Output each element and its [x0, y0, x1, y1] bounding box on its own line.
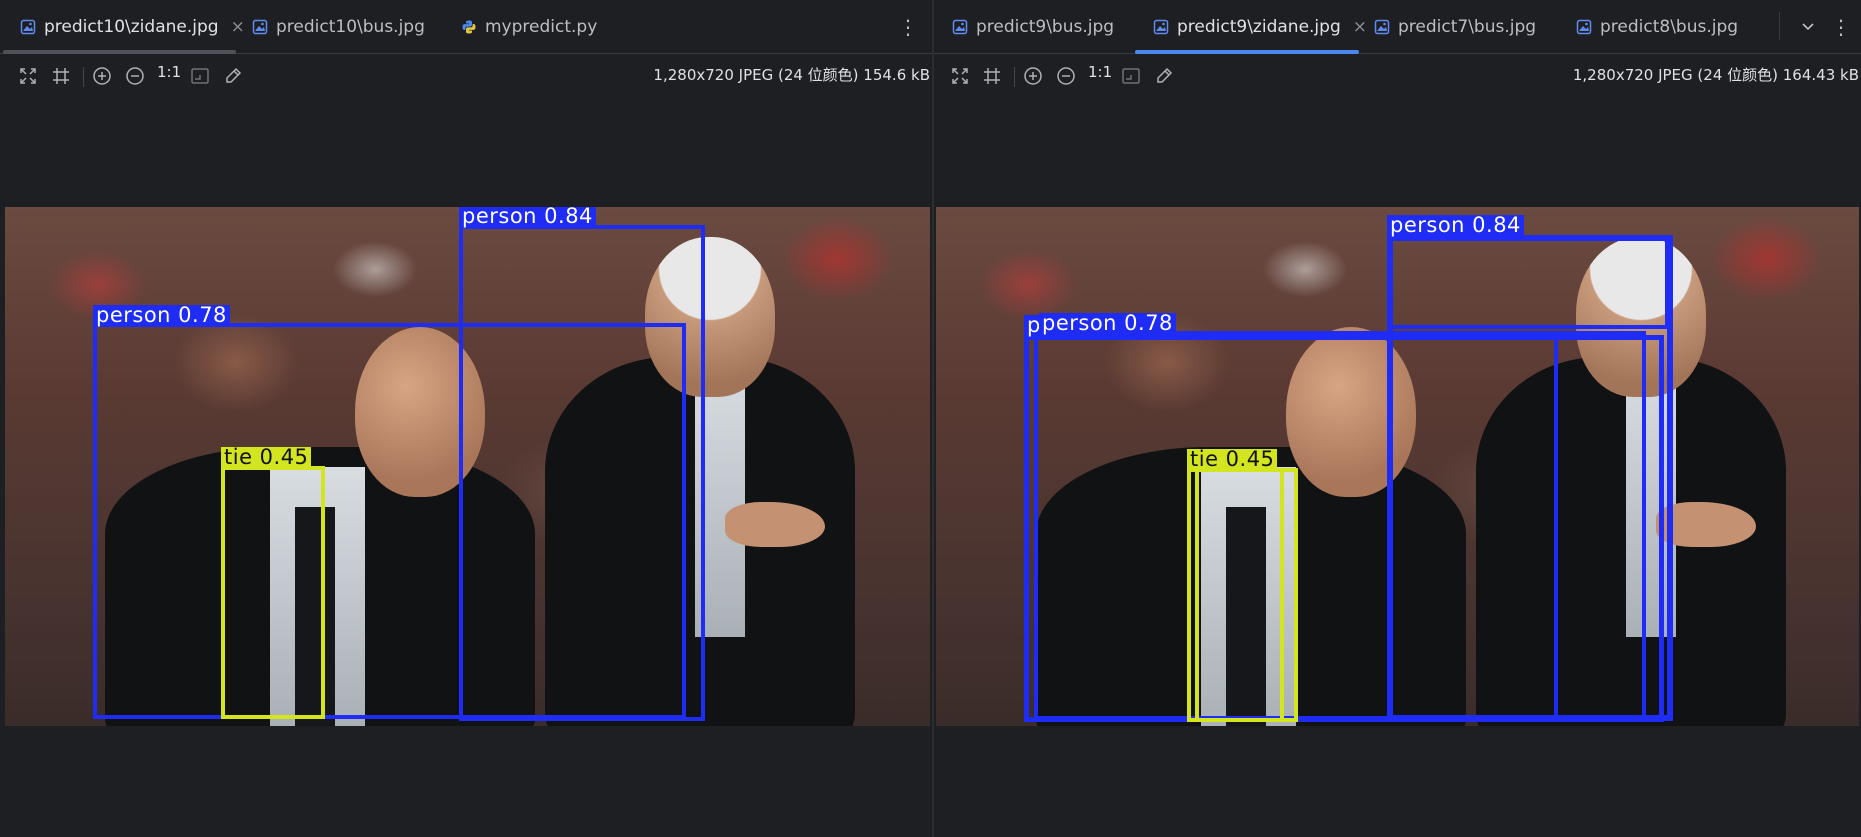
image-file-icon	[1374, 19, 1390, 34]
tab-label: predict7\bus.jpg	[1398, 16, 1537, 37]
tab-label: mypredict.py	[485, 16, 598, 37]
background-icon[interactable]	[1121, 66, 1141, 86]
more-tabs-icon[interactable]: ⋮	[1831, 0, 1851, 53]
detection-label: person 0.78	[1039, 313, 1176, 334]
more-tabs-icon[interactable]: ⋮	[898, 0, 918, 53]
chevron-down-icon[interactable]	[1800, 18, 1816, 34]
fit-to-window-icon[interactable]	[950, 66, 970, 86]
detection-box	[1387, 235, 1669, 329]
zoom-in-icon[interactable]	[92, 66, 112, 86]
image-info: 1,280x720 JPEG (24 位颜色) 164.43 kB	[1572, 66, 1859, 84]
python-file-icon	[462, 20, 476, 33]
tab-predict10-bus[interactable]: predict10\bus.jpg	[252, 0, 425, 53]
detection-box	[1195, 468, 1284, 722]
image-info: 1,280x720 JPEG (24 位颜色) 154.6 kB	[653, 66, 930, 84]
image-file-icon	[20, 19, 36, 34]
tab-label: predict8\bus.jpg	[1600, 16, 1739, 37]
tab-label: predict9\zidane.jpg	[1177, 16, 1341, 37]
tab-separator	[1779, 12, 1780, 40]
toolbar-separator	[1014, 67, 1015, 87]
tab-predict10-zidane[interactable]: predict10\zidane.jpg ×	[20, 0, 245, 53]
tab-predict9-bus[interactable]: predict9\bus.jpg	[952, 0, 1114, 53]
detection-label: tie 0.45	[1187, 449, 1278, 470]
actual-size-button[interactable]: 1:1	[1088, 63, 1112, 81]
hand	[725, 502, 825, 547]
detection-box	[221, 466, 325, 719]
detection-label: person 0.84	[1387, 215, 1524, 236]
actual-size-button[interactable]: 1:1	[157, 63, 181, 81]
tab-label: predict10\bus.jpg	[276, 16, 425, 37]
color-picker-icon[interactable]	[1154, 66, 1174, 86]
close-tab-icon[interactable]: ×	[231, 17, 245, 37]
zoom-in-icon[interactable]	[1023, 66, 1043, 86]
close-tab-icon[interactable]: ×	[1353, 17, 1367, 37]
image-file-icon	[1576, 19, 1592, 34]
image-viewer[interactable]: person 0.84 p person 0.78 tie 0.45	[936, 207, 1859, 726]
image-file-icon	[952, 19, 968, 34]
detection-box	[93, 323, 686, 719]
color-picker-icon[interactable]	[223, 66, 243, 86]
detection-label: tie 0.45	[221, 447, 312, 468]
image-viewer[interactable]: person 0.84 person 0.78 tie 0.45	[5, 207, 930, 726]
detection-box	[1554, 335, 1664, 722]
background-icon[interactable]	[190, 66, 210, 86]
zoom-out-icon[interactable]	[1056, 66, 1076, 86]
grid-icon[interactable]	[982, 66, 1002, 86]
tab-predict8-bus[interactable]: predict8\bus.jpg	[1576, 0, 1738, 53]
fit-to-window-icon[interactable]	[18, 66, 38, 86]
image-file-icon	[252, 19, 268, 34]
tab-mypredict-py[interactable]: mypredict.py	[461, 0, 597, 53]
toolbar-separator	[83, 67, 84, 87]
grid-icon[interactable]	[51, 66, 71, 86]
tab-predict9-zidane[interactable]: predict9\zidane.jpg ×	[1153, 0, 1367, 53]
image-file-icon	[1153, 19, 1169, 34]
tab-label: predict10\zidane.jpg	[44, 16, 219, 37]
right-editor-pane: predict9\bus.jpg predict9\zidane.jpg × p…	[934, 0, 1861, 837]
tab-predict7-bus[interactable]: predict7\bus.jpg	[1374, 0, 1536, 53]
left-editor-pane: predict10\zidane.jpg × predict10\bus.jpg…	[0, 0, 932, 837]
left-tab-bar: predict10\zidane.jpg × predict10\bus.jpg…	[0, 0, 932, 54]
right-tab-bar: predict9\bus.jpg predict9\zidane.jpg × p…	[934, 0, 1861, 54]
tab-label: predict9\bus.jpg	[976, 16, 1115, 37]
detection-label: person 0.84	[459, 207, 596, 227]
detection-label: person 0.78	[93, 305, 230, 326]
zoom-out-icon[interactable]	[125, 66, 145, 86]
